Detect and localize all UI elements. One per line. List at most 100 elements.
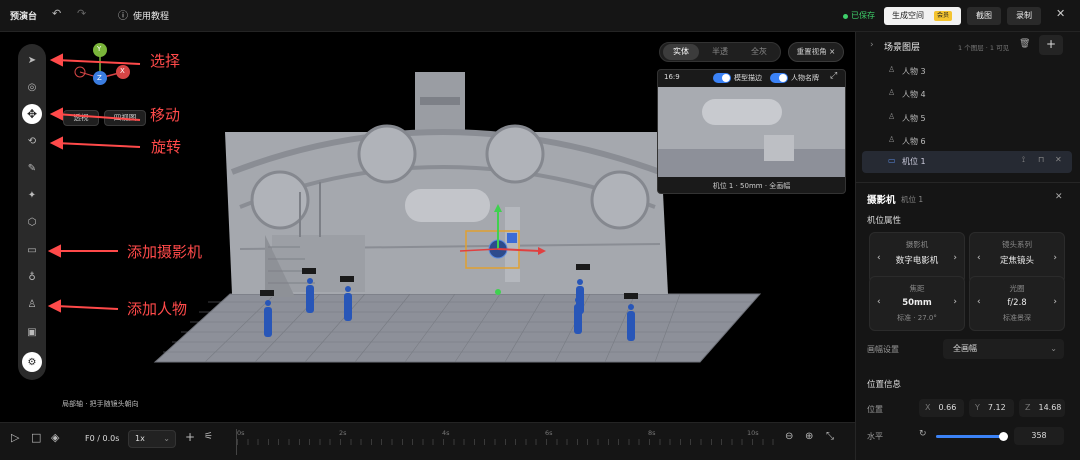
frame-readout: F0 / 0.0s [85,434,120,443]
expand-icon[interactable]: ⤢ [830,71,837,81]
stop-icon[interactable]: □ [31,431,41,444]
horizontal-input[interactable]: 358 [1014,427,1064,445]
add-layer-button[interactable]: + [1039,35,1063,55]
aspect-ratio[interactable]: 16:9 [664,73,680,81]
camera-preview[interactable]: 16:9 模型描边 人物名牌 ⤢ 机位 1 · 50mm · 全画幅 [657,69,846,194]
tick-label: 0s [237,429,245,437]
layer-item[interactable]: ♙ 人物 4 [856,84,1080,104]
aperture-selector[interactable]: 光圈 ‹ f/2.8 › 标准景深 [969,276,1065,331]
reset-view-label: 重置视角 [796,47,827,56]
fit-timeline-icon[interactable]: ⤡ [826,431,834,442]
timeline-settings-icon[interactable]: ⚟ [204,431,213,442]
slider-fill [936,435,1004,438]
right-panel: › 场景图层 1 个图层 · 1 可见 🗑 + ♙ 人物 3 ♙ 人物 4 ♙ 人物 … [855,32,1080,460]
screenshot-button[interactable]: 截图 [967,7,1001,25]
camera-panel-subtitle: 机位 1 [901,195,924,204]
position-label: 位置 [867,405,883,414]
layer-item[interactable]: ♙ 人物 6 [856,131,1080,151]
slider-handle[interactable] [998,432,1008,441]
lens-series-label: 镜头系列 [1002,240,1032,249]
tab-solid[interactable]: 实体 [663,44,699,60]
link-icon[interactable]: ⟟ [1022,155,1025,165]
camera-panel-title: 摄影机 [867,195,896,206]
close-panel-icon[interactable]: ✕ [1055,192,1063,202]
speed-select[interactable]: 1x ⌄ [128,430,176,448]
zoom-out-icon[interactable]: ⊖ [785,431,793,442]
chevron-down-icon: ⌄ [1050,344,1057,353]
focal-value: 50mm [902,298,932,308]
tab-translucent[interactable]: 半透 [702,44,738,60]
model-outline-label: 模型描边 [734,74,762,82]
layer-item[interactable]: ♙ 人物 5 [856,108,1080,128]
reset-rotation-icon[interactable]: ↻ [919,429,927,439]
focal-label: 焦距 [909,284,925,293]
tab-gray[interactable]: 全灰 [741,44,777,60]
callout-select: 选择 [150,52,181,70]
layer-item[interactable]: ♙ 人物 3 [856,61,1080,81]
redo-icon[interactable]: ↷ [77,7,86,20]
generate-space-button[interactable]: 生成空间 会员 [884,7,961,25]
reset-view-button[interactable]: 重置视角 × [788,42,844,62]
help-icon[interactable]: ⓘ [118,7,128,22]
tick-marks [237,439,775,445]
preview-caption: 机位 1 · 50mm · 全画幅 [712,182,791,190]
layer-item-label: 机位 1 [902,157,926,166]
callout-add-person: 添加人物 [127,300,188,318]
undo-icon[interactable]: ↶ [52,7,61,20]
settings-icon[interactable]: ⚙ [22,352,42,372]
position-x-value: 0.66 [938,403,957,412]
aperture-sub: 标准景深 [1003,314,1031,322]
add-keyframe-icon[interactable]: + [185,430,195,444]
layer-item-selected[interactable]: ▭ 机位 1 ⟟ ⊓ ✕ [862,151,1072,173]
record-button[interactable]: 录制 [1007,7,1041,25]
frame-setting-select[interactable]: 全画幅 ⌄ [943,339,1064,359]
tick-label: 8s [648,429,656,437]
position-y-input[interactable]: Y 7.12 [969,399,1014,417]
tick-label: 6s [545,429,553,437]
play-icon[interactable]: ▷ [11,431,19,444]
person-icon: ♙ [888,135,896,144]
position-x-input[interactable]: X 0.66 [919,399,964,417]
callout-move: 移动 [150,106,181,124]
layers-summary: 1 个图层 · 1 可见 [958,44,1010,52]
position-section-title: 位置信息 [867,380,902,390]
frame-setting-value: 全画幅 [953,344,977,353]
next-icon[interactable]: › [1053,253,1057,263]
camera-value: 数字电影机 [895,256,939,266]
close-icon[interactable]: ✕ [1056,7,1065,20]
layer-item-label: 人物 5 [902,114,926,123]
frame-setting-label: 画幅设置 [867,345,899,354]
tank [405,189,490,222]
horizontal-label: 水平 [867,432,883,441]
position-z-value: 14.68 [1038,403,1062,412]
tutorial-link[interactable]: 使用教程 [133,9,169,22]
keyframe-icon[interactable]: ◈ [51,431,59,444]
scene-layers-title: 场景图层 [884,43,921,53]
position-y-value: 7.12 [987,403,1006,412]
aperture-value: f/2.8 [1007,298,1027,308]
next-icon[interactable]: › [1053,297,1057,307]
callout-arrows [47,53,141,313]
horizontal-slider[interactable] [936,432,1008,441]
gizmo-plane-handle[interactable] [507,233,517,243]
delete-icon[interactable]: 🗑 [1019,39,1030,49]
timeline-track[interactable]: 0s 2s 4s 6s 8s 10s [236,429,775,455]
position-z-input[interactable]: Z 14.68 [1019,399,1065,417]
lock-icon[interactable]: ⊓ [1038,155,1044,164]
model-outline-toggle[interactable] [713,73,731,83]
next-icon[interactable]: › [953,253,957,263]
person-icon: ♙ [888,88,896,97]
aperture-label: 光圈 [1009,284,1025,293]
person-name-toggle[interactable] [770,73,788,83]
generate-space-label: 生成空间 [892,11,924,20]
collapse-chevron-icon[interactable]: › [870,40,874,50]
remove-icon[interactable]: ✕ [1055,155,1062,164]
focal-length-selector[interactable]: 焦距 ‹ 50mm › 标准 · 27.0° [869,276,965,331]
camera-label: 摄影机 [905,240,929,249]
callout-add-camera: 添加摄影机 [127,243,203,261]
tick-label: 4s [442,429,450,437]
next-icon[interactable]: › [953,297,957,307]
camera-icon: ▭ [888,156,896,165]
zoom-in-icon[interactable]: ⊕ [805,431,813,442]
lens-series-value: 定焦镜头 [999,256,1034,266]
